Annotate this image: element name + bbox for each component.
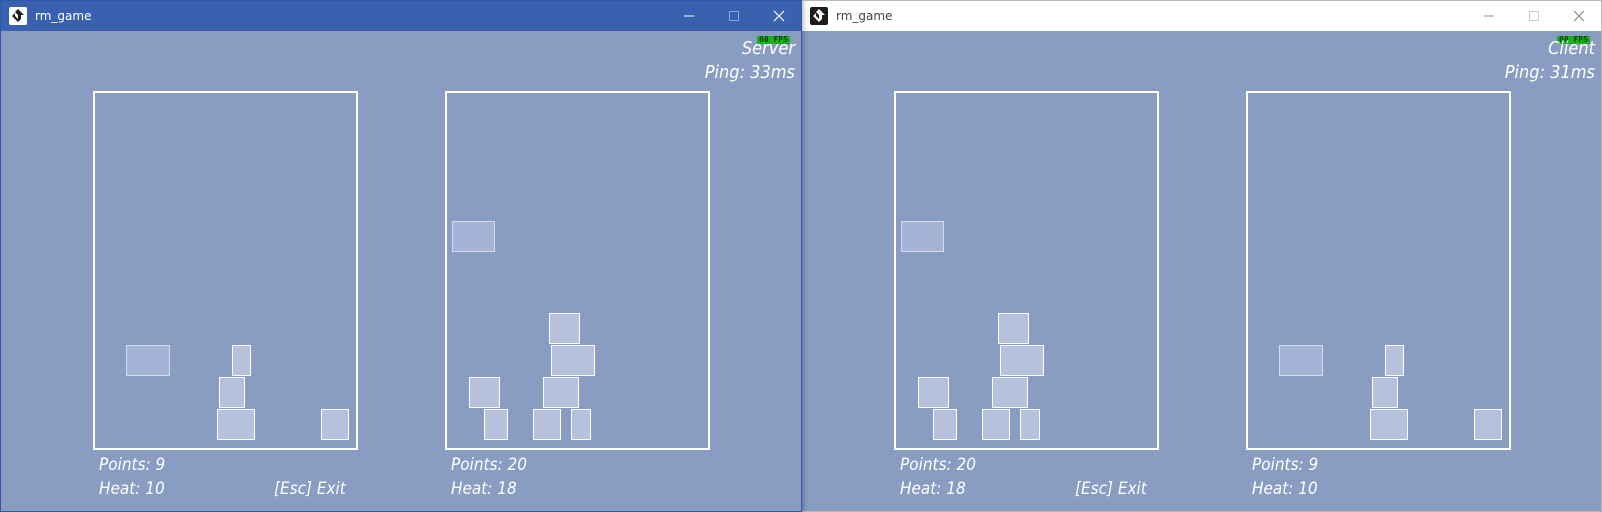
close-button[interactable] xyxy=(756,1,801,31)
stacked-block xyxy=(1372,377,1398,408)
minimize-button[interactable] xyxy=(1466,1,1511,31)
server-window: rm_game 60 FPS Server Ping: 33ms Points:… xyxy=(0,0,802,512)
stacked-block xyxy=(484,409,508,440)
role-label: Server xyxy=(741,38,795,59)
maximize-button[interactable] xyxy=(711,1,756,31)
game-canvas[interactable]: 60 FPS Client Ping: 31ms Points: 20 Heat… xyxy=(802,31,1601,511)
play-field-right xyxy=(1246,91,1511,450)
points-label: Points: 20 xyxy=(900,455,976,475)
stacked-block xyxy=(918,377,949,408)
stacked-block xyxy=(543,377,579,408)
heat-label: Heat: 18 xyxy=(451,479,517,499)
window-title: rm_game xyxy=(35,9,92,23)
falling-block xyxy=(452,221,495,252)
stacked-block xyxy=(992,377,1028,408)
stacked-block xyxy=(533,409,561,440)
client-window: rm_game 60 FPS Client Ping: 31ms Points:… xyxy=(801,0,1602,512)
stacked-block xyxy=(219,377,245,408)
points-label: Points: 9 xyxy=(1252,455,1319,475)
close-icon xyxy=(773,10,784,22)
ping-label: Ping: 31ms xyxy=(1504,62,1595,83)
stacked-block xyxy=(232,345,251,376)
stacked-block xyxy=(1474,409,1502,440)
maximize-icon xyxy=(728,11,739,21)
heat-label: Heat: 10 xyxy=(99,479,165,499)
game-maker-icon xyxy=(810,7,828,25)
play-field-left xyxy=(894,91,1159,450)
role-label: Client xyxy=(1548,38,1595,59)
points-label: Points: 20 xyxy=(451,455,527,475)
game-maker-icon xyxy=(9,7,27,25)
play-field-left xyxy=(93,91,358,450)
close-button[interactable] xyxy=(1556,1,1601,31)
play-field-right xyxy=(445,91,710,450)
stacked-block xyxy=(1370,409,1408,440)
stacked-block xyxy=(469,377,500,408)
heat-label: Heat: 10 xyxy=(1252,479,1318,499)
stacked-block xyxy=(998,313,1029,344)
stacked-block xyxy=(1020,409,1040,440)
close-icon xyxy=(1573,10,1584,22)
title-bar[interactable]: rm_game xyxy=(802,1,1601,31)
stacked-block xyxy=(321,409,349,440)
stacked-block xyxy=(571,409,591,440)
stacked-block xyxy=(549,313,580,344)
exit-hint: [Esc] Exit xyxy=(1075,479,1147,499)
falling-block xyxy=(901,221,944,252)
maximize-button[interactable] xyxy=(1511,1,1556,31)
points-label: Points: 9 xyxy=(99,455,166,475)
stacked-block xyxy=(1385,345,1404,376)
window-title: rm_game xyxy=(836,9,893,23)
minimize-icon xyxy=(1483,15,1494,17)
stacked-block xyxy=(1000,345,1044,376)
maximize-icon xyxy=(1528,11,1539,21)
stacked-block xyxy=(933,409,957,440)
heat-label: Heat: 18 xyxy=(900,479,966,499)
stacked-block xyxy=(217,409,255,440)
stacked-block xyxy=(551,345,595,376)
stacked-block xyxy=(982,409,1010,440)
exit-hint: [Esc] Exit xyxy=(274,479,346,499)
falling-block xyxy=(1279,345,1323,376)
ping-label: Ping: 33ms xyxy=(704,62,795,83)
falling-block xyxy=(126,345,170,376)
minimize-icon xyxy=(683,15,694,17)
title-bar[interactable]: rm_game xyxy=(1,1,801,31)
minimize-button[interactable] xyxy=(666,1,711,31)
game-canvas[interactable]: 60 FPS Server Ping: 33ms Points: 9 Heat:… xyxy=(1,31,801,511)
